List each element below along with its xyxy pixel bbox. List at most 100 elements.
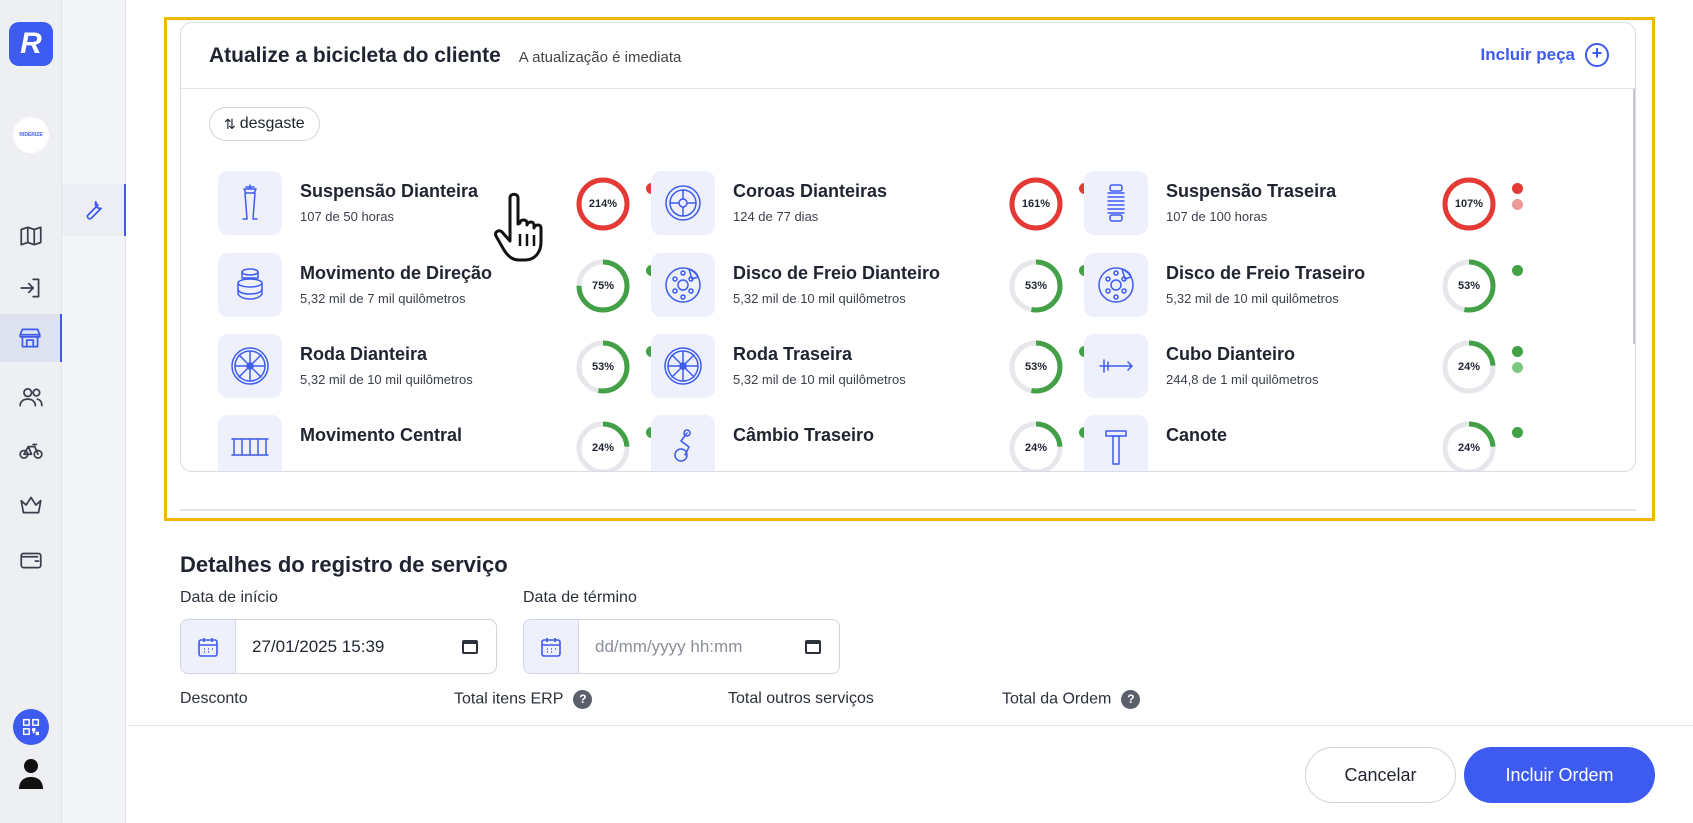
wear-gauge: 107%	[1442, 177, 1496, 231]
part-icon-box	[651, 253, 715, 317]
order-total-text: Total da Ordem	[1002, 690, 1112, 708]
date-picker-icon[interactable]	[462, 639, 478, 654]
sort-button[interactable]: ⇅ desgaste	[209, 107, 320, 141]
details-title: Detalhes do registro de serviço	[180, 552, 508, 577]
submit-order-button[interactable]: Incluir Ordem	[1464, 747, 1655, 803]
part-usage: 5,32 mil de 10 mil quilômetros	[300, 372, 473, 387]
help-icon[interactable]: ?	[573, 690, 593, 709]
map-icon	[20, 226, 42, 246]
status-dot	[1512, 199, 1523, 210]
app-logo[interactable]: R	[9, 22, 53, 66]
seatpost-icon	[1105, 430, 1127, 465]
subnav-item-service[interactable]	[62, 184, 126, 236]
wrench-icon	[86, 201, 102, 220]
status-dot	[1512, 183, 1523, 194]
sidebar-item-wallet[interactable]	[0, 536, 62, 584]
part-item[interactable]: Câmbio Traseiro 24%	[651, 415, 1091, 471]
sidebar-item-crown[interactable]	[0, 481, 62, 529]
wear-percent: 53%	[1024, 280, 1048, 292]
scrollbar[interactable]	[1633, 89, 1635, 344]
part-item[interactable]: Movimento Central 24%	[218, 415, 658, 471]
user-profile-icon[interactable]	[17, 757, 45, 789]
wear-gauge: 53%	[1009, 340, 1063, 394]
sidebar-item-store[interactable]	[0, 314, 62, 362]
wear-percent: 161%	[1021, 198, 1051, 210]
card-subtitle: A atualização é imediata	[518, 49, 682, 66]
part-item[interactable]: Coroas Dianteiras 124 de 77 dias 161%	[651, 171, 1091, 237]
wear-percent: 24%	[591, 442, 615, 454]
cancel-button[interactable]: Cancelar	[1305, 747, 1456, 803]
chainring-icon	[665, 185, 701, 221]
derailleur-icon	[674, 429, 691, 462]
wear-percent: 53%	[1457, 280, 1481, 292]
end-date-placeholder: dd/mm/yyyy hh:mm	[595, 636, 743, 656]
wear-gauge: 214%	[576, 177, 630, 231]
wear-gauge: 53%	[1009, 259, 1063, 313]
wear-gauge: 24%	[1009, 421, 1063, 471]
help-icon[interactable]: ?	[1121, 690, 1141, 709]
part-usage: 5,32 mil de 10 mil quilômetros	[733, 291, 906, 306]
hand-cursor-icon	[494, 192, 543, 262]
part-item[interactable]: Disco de Freio Dianteiro 5,32 mil de 10 …	[651, 253, 1091, 319]
part-name: Câmbio Traseiro	[733, 425, 875, 445]
start-date-input[interactable]: 27/01/2025 15:39	[180, 619, 497, 674]
card-title: Atualize a bicicleta do cliente	[209, 43, 501, 67]
wallet-icon	[20, 552, 42, 569]
sidebar-item-login[interactable]	[0, 264, 62, 312]
wear-percent: 214%	[588, 198, 618, 210]
date-picker-icon[interactable]	[805, 639, 821, 654]
bike-update-card: Atualize a bicicleta do cliente A atuali…	[180, 22, 1636, 472]
part-item[interactable]: Disco de Freio Traseiro 5,32 mil de 10 m…	[1084, 253, 1524, 319]
wear-gauge: 24%	[1442, 421, 1496, 471]
part-item[interactable]: Cubo Dianteiro 244,8 de 1 mil quilômetro…	[1084, 334, 1524, 400]
wear-percent: 107%	[1454, 198, 1484, 210]
sidebar-item-map[interactable]	[0, 212, 62, 260]
store-icon	[19, 328, 41, 348]
part-icon-box	[218, 334, 282, 398]
part-item[interactable]: Suspensão Dianteira 107 de 50 horas 214%	[218, 171, 658, 237]
part-icon-box	[651, 171, 715, 235]
divider	[180, 509, 1636, 511]
status-dot	[1512, 346, 1523, 357]
qr-code-button[interactable]	[13, 709, 49, 745]
wear-gauge: 24%	[1442, 340, 1496, 394]
part-item[interactable]: Roda Dianteira 5,32 mil de 10 mil quilôm…	[218, 334, 658, 400]
part-icon-box	[1084, 253, 1148, 317]
wheel-icon	[231, 347, 269, 385]
wear-gauge: 161%	[1009, 177, 1063, 231]
part-name: Roda Dianteira	[300, 344, 428, 364]
part-usage: 5,32 mil de 7 mil quilômetros	[300, 291, 466, 306]
add-circle-icon	[1585, 43, 1609, 67]
status-dot	[1512, 362, 1523, 373]
end-date-input[interactable]: dd/mm/yyyy hh:mm	[523, 619, 840, 674]
wear-gauge: 53%	[1442, 259, 1496, 313]
other-services-label: Total outros serviços	[728, 690, 874, 707]
brand-avatar[interactable]: RIDERIZE	[13, 117, 49, 153]
erp-total-label: Total itens ERP?	[454, 690, 593, 709]
part-icon-box	[651, 415, 715, 471]
part-icon-box	[218, 171, 282, 235]
wear-gauge: 75%	[576, 259, 630, 313]
part-usage: 107 de 50 horas	[300, 209, 394, 224]
wear-percent: 24%	[1024, 442, 1048, 454]
sidebar-item-users[interactable]	[0, 373, 62, 421]
add-part-button[interactable]: Incluir peça	[1481, 43, 1609, 67]
part-item[interactable]: Movimento de Direção 5,32 mil de 7 mil q…	[218, 253, 658, 319]
part-name: Disco de Freio Traseiro	[1166, 263, 1366, 283]
sidebar-item-bike[interactable]	[0, 427, 62, 475]
icon-rail: R RIDERIZE	[0, 0, 62, 823]
discount-label: Desconto	[180, 690, 248, 707]
brake-disc-icon	[665, 267, 701, 303]
part-item[interactable]: Canote 24%	[1084, 415, 1524, 471]
status-dot	[1512, 265, 1523, 276]
part-usage: 5,32 mil de 10 mil quilômetros	[733, 372, 906, 387]
wear-percent: 24%	[1457, 442, 1481, 454]
wear-gauge: 53%	[576, 340, 630, 394]
bike-icon	[19, 443, 43, 459]
part-usage: 5,32 mil de 10 mil quilômetros	[1166, 291, 1339, 306]
part-item[interactable]: Suspensão Traseira 107 de 100 horas 107%	[1084, 171, 1524, 237]
wear-percent: 53%	[1024, 361, 1048, 373]
wheel-icon	[664, 347, 702, 385]
part-item[interactable]: Roda Traseira 5,32 mil de 10 mil quilôme…	[651, 334, 1091, 400]
sort-arrows-icon: ⇅	[224, 115, 236, 132]
